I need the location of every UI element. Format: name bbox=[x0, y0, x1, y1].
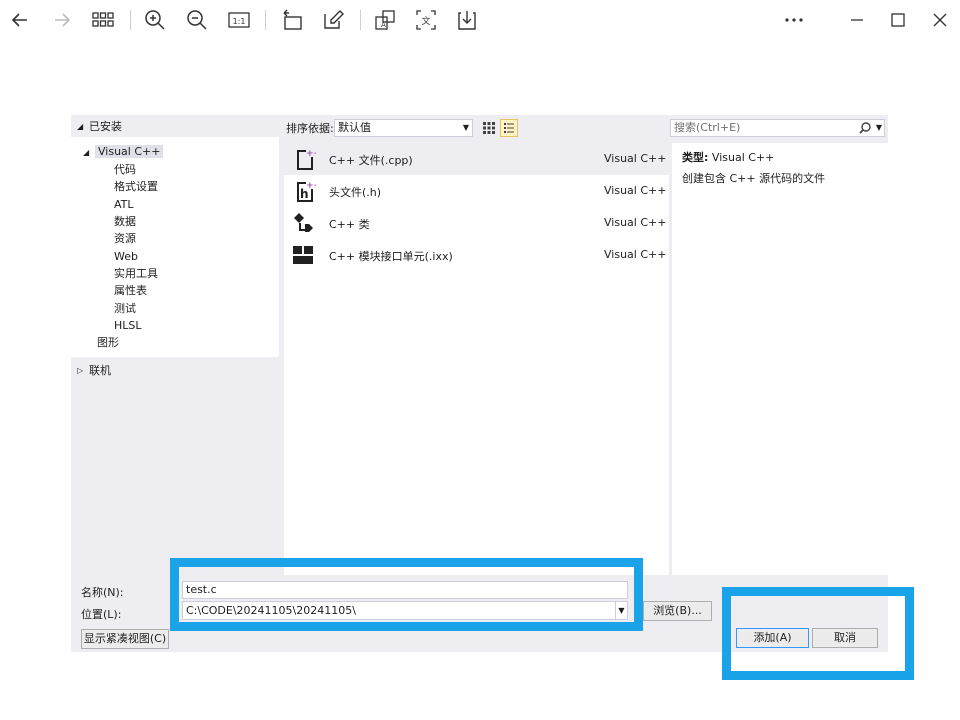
tree-item-label: 数据 bbox=[114, 215, 136, 228]
category-tree: ◢ Visual C++ 代码 格式设置 ATL 数据 资源 Web 实用工具 属… bbox=[71, 137, 279, 357]
type-value: Visual C++ bbox=[711, 151, 775, 164]
online-header-label: 联机 bbox=[89, 364, 111, 377]
description-panel: 类型: Visual C++ 创建包含 C++ 源代码的文件 bbox=[672, 143, 888, 575]
svg-text:A: A bbox=[381, 21, 386, 29]
module-icon bbox=[293, 246, 313, 264]
search-placeholder: 搜索(Ctrl+E) bbox=[674, 121, 741, 134]
tree-item-label: 代码 bbox=[114, 163, 136, 176]
template-name: C++ 文件(.cpp) bbox=[329, 154, 413, 167]
add-button-highlight bbox=[722, 587, 914, 680]
tree-item-label: 实用工具 bbox=[114, 267, 158, 280]
header-file-icon: h ++ bbox=[297, 181, 316, 202]
template-name: C++ 类 bbox=[329, 218, 370, 231]
zoom-out-icon[interactable] bbox=[185, 8, 209, 32]
list-view-icon bbox=[504, 123, 514, 133]
svg-text:++: ++ bbox=[306, 149, 316, 159]
installed-header-label: 已安装 bbox=[89, 120, 122, 133]
small-icons-icon bbox=[483, 122, 495, 134]
tree-item-label: HLSL bbox=[114, 319, 142, 332]
tree-item-resource[interactable]: 资源 bbox=[114, 230, 136, 247]
cpp-file-icon: ++ bbox=[297, 149, 316, 170]
tree-item-property-sheets[interactable]: 属性表 bbox=[114, 282, 147, 299]
template-cpp-class[interactable]: C++ 类 Visual C++ bbox=[284, 207, 669, 239]
tree-item-label: 测试 bbox=[114, 302, 136, 315]
tree-item-label: Visual C++ bbox=[95, 145, 164, 158]
chevron-down-icon[interactable]: ▼ bbox=[876, 120, 882, 136]
name-location-highlight bbox=[170, 558, 643, 631]
collapse-arrow-icon: ◢ bbox=[77, 121, 84, 131]
online-header[interactable]: ▷ 联机 bbox=[77, 360, 111, 380]
template-module-interface[interactable]: C++ 模块接口单元(.ixx) Visual C++ bbox=[284, 239, 669, 271]
toolbar-divider bbox=[360, 10, 361, 30]
list-view-toggle[interactable] bbox=[500, 119, 518, 137]
type-label: 类型: bbox=[682, 151, 709, 164]
tree-item-test[interactable]: 测试 bbox=[114, 300, 136, 317]
tree-item-data[interactable]: 数据 bbox=[114, 213, 136, 230]
back-arrow-icon[interactable] bbox=[8, 8, 32, 32]
tree-item-graphics[interactable]: 图形 bbox=[97, 334, 119, 351]
zoom-in-icon[interactable] bbox=[143, 8, 167, 32]
description-type: 类型: Visual C++ bbox=[682, 149, 774, 165]
template-cpp-file[interactable]: ++ C++ 文件(.cpp) Visual C++ bbox=[284, 143, 669, 175]
tree-item-label: Web bbox=[114, 250, 138, 263]
grid-view-icon[interactable] bbox=[91, 8, 115, 32]
actual-size-icon[interactable]: 1:1 bbox=[227, 8, 251, 32]
template-language: Visual C++ bbox=[604, 248, 667, 261]
forward-arrow-icon[interactable] bbox=[50, 8, 74, 32]
svg-text:文: 文 bbox=[421, 15, 430, 27]
tree-item-atl[interactable]: ATL bbox=[114, 196, 134, 213]
tree-item-label: 属性表 bbox=[114, 284, 147, 297]
tree-item-formatting[interactable]: 格式设置 bbox=[114, 178, 158, 195]
tree-item-label: 资源 bbox=[114, 232, 136, 245]
rotate-icon[interactable] bbox=[280, 8, 304, 32]
location-label: 位置(L): bbox=[81, 608, 122, 621]
edit-icon[interactable] bbox=[321, 8, 345, 32]
chevron-down-icon: ▼ bbox=[462, 123, 469, 132]
translate-icon[interactable]: 文 bbox=[414, 8, 438, 32]
template-name: 头文件(.h) bbox=[329, 186, 382, 199]
installed-header[interactable]: ◢ 已安装 bbox=[77, 116, 122, 136]
close-icon[interactable] bbox=[928, 8, 952, 32]
toolbar-divider bbox=[130, 10, 131, 30]
sort-value: 默认值 bbox=[338, 121, 371, 134]
tree-item-web[interactable]: Web bbox=[114, 248, 138, 265]
svg-text:1:1: 1:1 bbox=[233, 17, 246, 26]
tree-item-label: ATL bbox=[114, 198, 134, 211]
svg-text:++: ++ bbox=[306, 181, 316, 191]
tree-item-label: 图形 bbox=[97, 336, 119, 349]
more-icon[interactable] bbox=[782, 8, 806, 32]
name-label: 名称(N): bbox=[81, 586, 124, 599]
compact-view-button[interactable]: 显示紧凑视图(C) bbox=[81, 629, 169, 649]
search-icon[interactable] bbox=[858, 121, 872, 135]
template-name: C++ 模块接口单元(.ixx) bbox=[329, 250, 453, 263]
sort-bar: 排序依据: 默认值 ▼ bbox=[284, 115, 669, 139]
template-language: Visual C++ bbox=[604, 184, 667, 197]
tree-item-hlsl[interactable]: HLSL bbox=[114, 317, 142, 334]
description-text: 创建包含 C++ 源代码的文件 bbox=[682, 172, 826, 185]
minimize-icon[interactable] bbox=[845, 8, 869, 32]
maximize-icon[interactable] bbox=[886, 8, 910, 32]
category-panel: ◢ 已安装 ◢ Visual C++ 代码 格式设置 ATL 数据 资源 Web … bbox=[71, 115, 279, 575]
class-icon bbox=[294, 213, 313, 232]
expand-arrow-icon: ◢ bbox=[83, 148, 90, 157]
template-list: ++ C++ 文件(.cpp) Visual C++ h ++ 头文件(.h) … bbox=[284, 143, 669, 575]
browse-button[interactable]: 浏览(B)... bbox=[643, 601, 712, 621]
toolbar-divider bbox=[265, 10, 266, 30]
template-language: Visual C++ bbox=[604, 152, 667, 165]
tree-item-label: 格式设置 bbox=[114, 180, 158, 193]
sort-label: 排序依据: bbox=[286, 122, 334, 135]
viewer-toolbar: 1:1 A 文 bbox=[0, 0, 960, 40]
ocr-icon[interactable]: A bbox=[373, 8, 397, 32]
tree-item-visual-cpp[interactable]: ◢ Visual C++ bbox=[83, 143, 164, 160]
sort-dropdown[interactable]: 默认值 ▼ bbox=[334, 119, 473, 137]
search-input[interactable]: 搜索(Ctrl+E) ▼ bbox=[670, 119, 885, 137]
grid-view-toggle[interactable] bbox=[480, 119, 498, 137]
template-language: Visual C++ bbox=[604, 216, 667, 229]
tree-item-code[interactable]: 代码 bbox=[114, 161, 136, 178]
tree-item-utility[interactable]: 实用工具 bbox=[114, 265, 158, 282]
template-header-file[interactable]: h ++ 头文件(.h) Visual C++ bbox=[284, 175, 669, 207]
expand-arrow-icon: ▷ bbox=[77, 365, 84, 375]
save-icon[interactable] bbox=[455, 8, 479, 32]
